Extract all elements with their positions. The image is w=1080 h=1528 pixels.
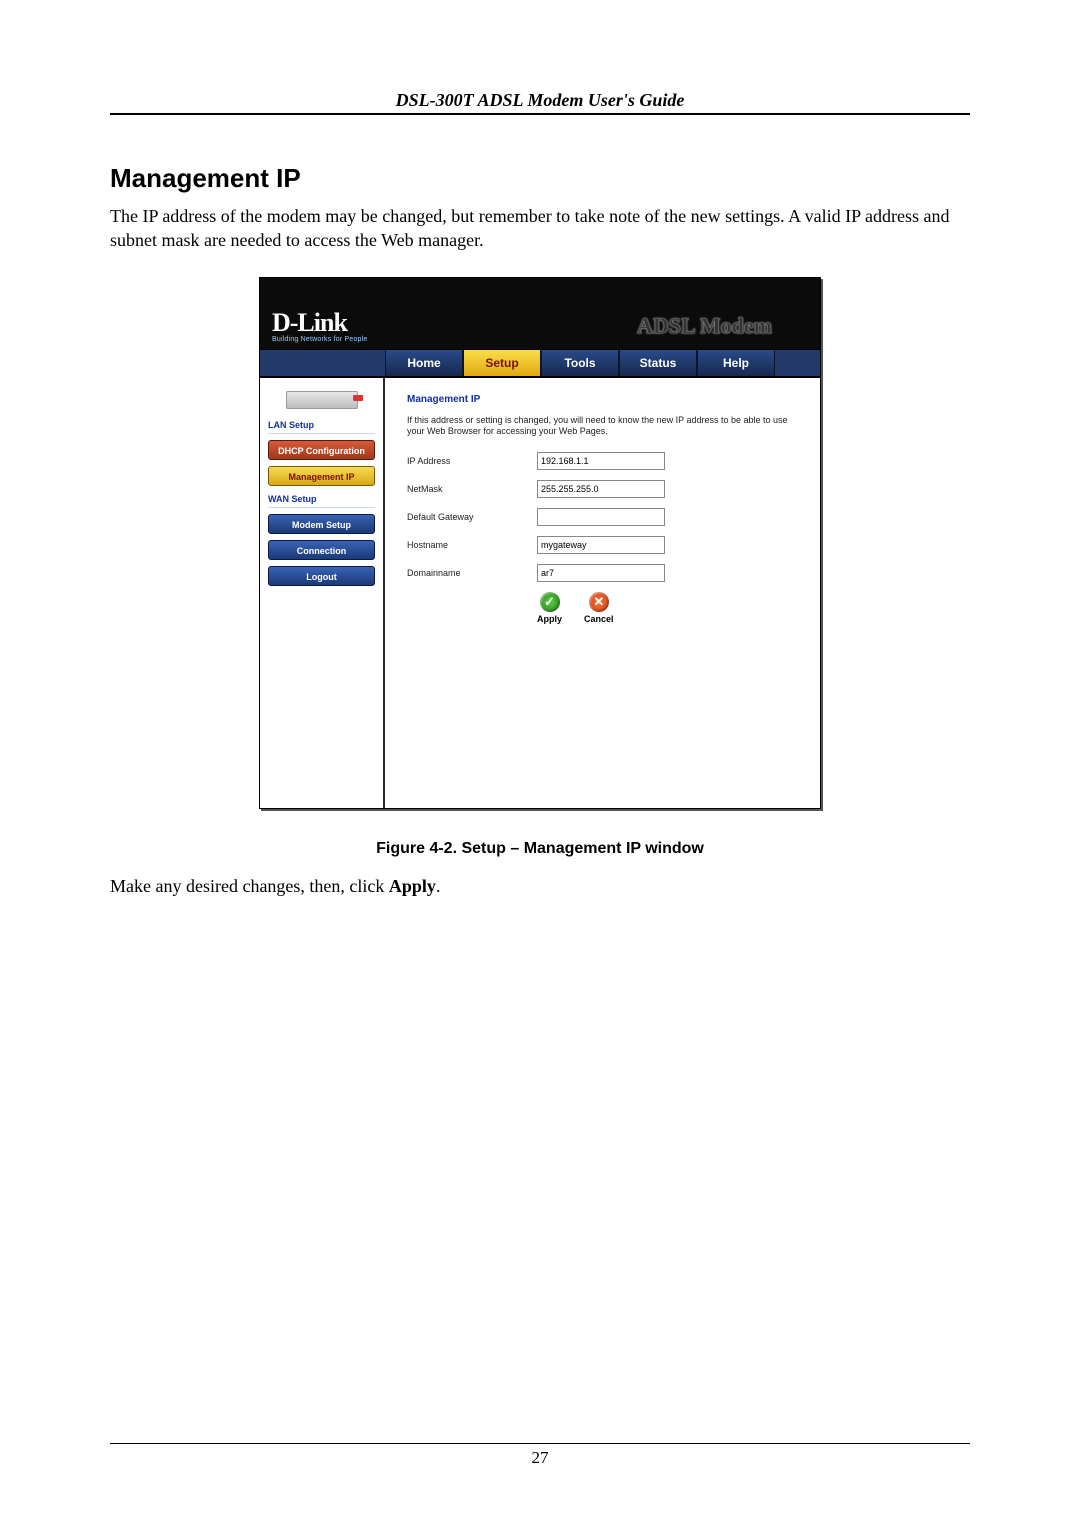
check-icon: ✓	[540, 592, 560, 612]
follow-post: .	[436, 876, 441, 896]
brand-block: D-Link Building Networks for People	[272, 310, 367, 343]
brand-tagline: Building Networks for People	[272, 336, 367, 343]
tab-home[interactable]: Home	[385, 350, 463, 376]
sidebar-group-wan: WAN Setup	[268, 494, 375, 508]
domainname-label: Domainname	[407, 568, 537, 578]
sidebar: LAN Setup DHCP Configuration Management …	[260, 378, 385, 809]
sidebar-item-connection[interactable]: Connection	[268, 540, 375, 560]
section-heading: Management IP	[110, 163, 970, 194]
close-icon: ✕	[589, 592, 609, 612]
cancel-button[interactable]: ✕ Cancel	[584, 592, 614, 624]
product-title: ADSL Modem	[637, 313, 802, 343]
netmask-label: NetMask	[407, 484, 537, 494]
hostname-label: Hostname	[407, 540, 537, 550]
modem-ui-screenshot: D-Link Building Networks for People ADSL…	[259, 277, 821, 809]
netmask-input[interactable]	[537, 480, 665, 498]
brand-logo: D-Link	[272, 310, 367, 336]
ip-address-input[interactable]	[537, 452, 665, 470]
follow-paragraph: Make any desired changes, then, click Ap…	[110, 876, 970, 897]
content-panel: Management IP If this address or setting…	[385, 378, 820, 809]
gateway-input[interactable]	[537, 508, 665, 526]
device-thumbnail	[268, 388, 375, 412]
sidebar-item-dhcp[interactable]: DHCP Configuration	[268, 440, 375, 460]
panel-title: Management IP	[407, 394, 802, 405]
domainname-input[interactable]	[537, 564, 665, 582]
page-header: DSL-300T ADSL Modem User's Guide	[396, 90, 685, 110]
follow-bold: Apply	[389, 876, 436, 896]
page-number: 27	[110, 1443, 970, 1468]
hostname-input[interactable]	[537, 536, 665, 554]
apply-label: Apply	[537, 614, 562, 624]
panel-note: If this address or setting is changed, y…	[407, 415, 802, 438]
tab-help[interactable]: Help	[697, 350, 775, 376]
sidebar-item-logout[interactable]: Logout	[268, 566, 375, 586]
follow-pre: Make any desired changes, then, click	[110, 876, 389, 896]
tab-bar: Home Setup Tools Status Help	[260, 349, 820, 378]
sidebar-item-modem-setup[interactable]: Modem Setup	[268, 514, 375, 534]
sidebar-item-management-ip[interactable]: Management IP	[268, 466, 375, 486]
intro-paragraph: The IP address of the modem may be chang…	[110, 204, 970, 253]
tab-setup[interactable]: Setup	[463, 350, 541, 376]
tab-status[interactable]: Status	[619, 350, 697, 376]
cancel-label: Cancel	[584, 614, 614, 624]
figure-caption: Figure 4-2. Setup – Management IP window	[110, 840, 970, 858]
tab-tools[interactable]: Tools	[541, 350, 619, 376]
gateway-label: Default Gateway	[407, 512, 537, 522]
apply-button[interactable]: ✓ Apply	[537, 592, 562, 624]
sidebar-group-lan: LAN Setup	[268, 420, 375, 434]
ip-address-label: IP Address	[407, 456, 537, 466]
